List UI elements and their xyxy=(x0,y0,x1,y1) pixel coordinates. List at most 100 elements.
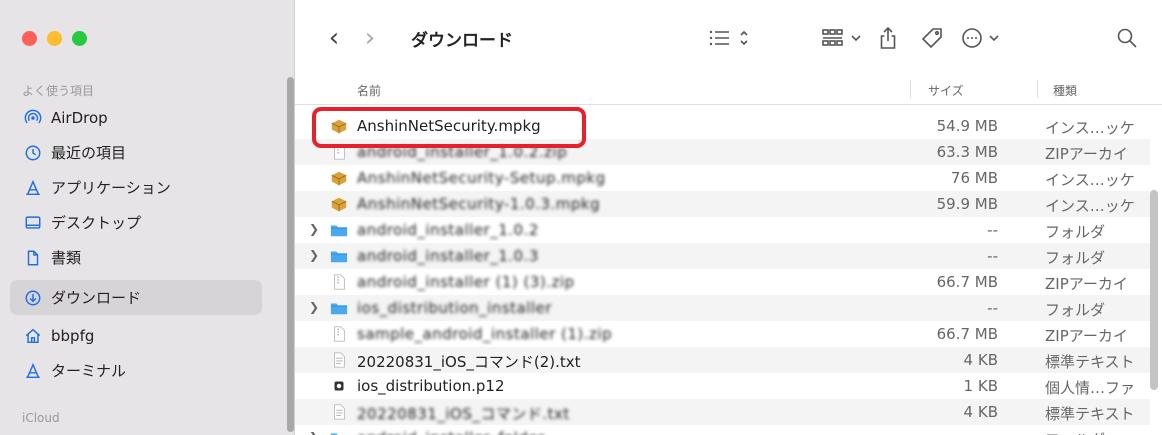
folder-icon xyxy=(330,251,348,263)
column-name-header[interactable]: 名前 xyxy=(357,82,381,99)
maximize-button[interactable] xyxy=(72,31,87,46)
list-scroll-thumb[interactable] xyxy=(1150,190,1158,390)
search-icon xyxy=(1117,28,1137,48)
back-button[interactable]: ‹ xyxy=(323,23,345,53)
file-row[interactable]: 20220831_iOS_コマンド.txt 4 KB 標準テキスト xyxy=(295,399,1150,425)
folder-icon xyxy=(330,433,338,435)
download-icon xyxy=(22,287,44,309)
column-header: 名前 サイズ 種類 xyxy=(295,74,1162,105)
file-name: android_installer_1.0.2 xyxy=(357,221,539,239)
file-name: android_installer (1) (3).zip xyxy=(357,273,575,291)
file-size: 1 KB xyxy=(963,377,998,395)
minimize-button[interactable] xyxy=(47,31,62,46)
tag-button[interactable] xyxy=(919,24,945,52)
file-kind: フォルダ xyxy=(1045,429,1155,435)
file-name: ios_distribution.p12 xyxy=(357,377,505,395)
sidebar-item-airdrop[interactable]: AirDrop xyxy=(10,100,262,135)
file-size: 59.9 MB xyxy=(936,195,998,213)
folder-row[interactable]: ❯ android_installer_folder -- フォルダ xyxy=(295,425,1150,435)
airdrop-icon xyxy=(22,107,44,129)
file-kind: フォルダ xyxy=(1045,301,1106,319)
folder-icon xyxy=(330,225,348,237)
document-icon xyxy=(22,247,44,269)
file-row[interactable]: ios_distribution.p12 1 KB 個人情…ファ xyxy=(295,373,1150,399)
column-divider[interactable] xyxy=(910,80,911,98)
more-actions-button[interactable] xyxy=(961,24,1007,52)
sidebar-item-recents[interactable]: 最近の項目 xyxy=(10,135,262,170)
tag-icon xyxy=(921,28,942,49)
forward-button[interactable]: › xyxy=(359,23,381,53)
home-icon xyxy=(22,325,44,347)
file-name: sample_android_installer (1).zip xyxy=(357,325,613,343)
file-name: 20220831_iOS_コマンド(2).txt xyxy=(357,353,581,371)
sidebar-item-label: アプリケーション xyxy=(51,179,171,197)
highlight-annotation xyxy=(312,107,586,148)
file-size: 63.3 MB xyxy=(936,143,998,161)
file-name: android_installer_1.0.3 xyxy=(357,247,539,265)
folder-row[interactable]: ❯ android_installer_1.0.3 -- フォルダ xyxy=(295,243,1150,269)
zip-icon xyxy=(334,274,345,290)
file-size: 54.9 MB xyxy=(936,117,998,135)
file-size: -- xyxy=(987,299,998,317)
file-kind: インス…ッケ xyxy=(1045,171,1135,189)
file-name: ios_distribution_installer xyxy=(357,299,552,317)
folder-icon xyxy=(330,303,348,315)
package-icon xyxy=(331,171,347,186)
file-row[interactable]: 20220831_iOS_コマンド(2).txt 4 KB 標準テキスト xyxy=(295,347,1150,373)
sidebar-item-terminal[interactable]: ターミナル xyxy=(10,353,262,388)
disclosure-triangle-icon[interactable]: ❯ xyxy=(309,430,319,435)
file-size: -- xyxy=(987,247,998,265)
search-button[interactable] xyxy=(1113,24,1141,52)
file-name: android_installer_folder xyxy=(357,429,545,435)
sidebar-item-downloads[interactable]: ダウンロード xyxy=(10,280,262,315)
file-row[interactable]: sample_android_installer (1).zip 66.7 MB… xyxy=(295,321,1150,347)
sidebar-item-label: ダウンロード xyxy=(51,289,142,307)
text-icon xyxy=(334,352,345,368)
list-view-button[interactable] xyxy=(707,24,759,52)
sidebar-item-label: デスクトップ xyxy=(51,214,142,232)
sidebar-item-home[interactable]: bbpfg xyxy=(10,318,262,353)
file-size: 66.7 MB xyxy=(936,273,998,291)
list-view-icon xyxy=(709,30,748,46)
disclosure-triangle-icon[interactable]: ❯ xyxy=(309,300,319,314)
file-row[interactable]: android_installer (1) (3).zip 66.7 MB ZI… xyxy=(295,269,1150,295)
sidebar-item-desktop[interactable]: デスクトップ xyxy=(10,205,262,240)
file-name: 20220831_iOS_コマンド.txt xyxy=(357,405,570,423)
file-size: -- xyxy=(987,221,998,239)
folder-title: ダウンロード xyxy=(411,31,513,51)
sidebar-scroll-thumb[interactable] xyxy=(287,77,294,432)
disclosure-triangle-icon[interactable]: ❯ xyxy=(309,248,319,262)
group-button[interactable] xyxy=(822,24,866,52)
file-size: 76 MB xyxy=(950,169,998,187)
file-kind: ZIPアーカイ xyxy=(1045,145,1128,163)
file-kind: インス…ッケ xyxy=(1045,119,1135,137)
folder-row[interactable]: ❯ ios_distribution_installer -- フォルダ xyxy=(295,295,1150,321)
share-button[interactable] xyxy=(875,24,901,52)
folder-row[interactable]: ❯ android_installer_1.0.2 -- フォルダ xyxy=(295,217,1150,243)
file-size: 4 KB xyxy=(963,403,998,421)
sidebar-scrollbar[interactable] xyxy=(286,75,294,435)
column-divider[interactable] xyxy=(1037,80,1038,98)
sidebar-item-label: 最近の項目 xyxy=(51,144,127,162)
file-size: -- xyxy=(987,429,998,435)
desktop-icon xyxy=(22,212,44,234)
applications-icon xyxy=(22,360,44,382)
sidebar-item-applications[interactable]: アプリケーション xyxy=(10,170,262,205)
column-kind-header[interactable]: 種類 xyxy=(1053,82,1077,99)
file-row[interactable]: AnshinNetSecurity-Setup.mpkg 76 MB インス…ッ… xyxy=(295,165,1150,191)
column-size-header[interactable]: サイズ xyxy=(928,82,964,99)
ellipsis-circle-icon xyxy=(962,28,999,48)
file-kind: 標準テキスト xyxy=(1045,353,1135,371)
file-size: 66.7 MB xyxy=(936,325,998,343)
window-controls xyxy=(22,31,87,46)
file-kind: 個人情…ファ xyxy=(1045,379,1136,397)
sidebar-item-documents[interactable]: 書類 xyxy=(10,240,262,275)
close-button[interactable] xyxy=(22,31,37,46)
file-size: 4 KB xyxy=(963,351,998,369)
file-name: AnshinNetSecurity-Setup.mpkg xyxy=(357,169,606,187)
file-kind: フォルダ xyxy=(1045,223,1106,241)
file-row[interactable]: AnshinNetSecurity-1.0.3.mpkg 59.9 MB インス… xyxy=(295,191,1150,217)
icloud-heading: iCloud xyxy=(22,411,60,425)
certificate-icon xyxy=(334,381,344,391)
disclosure-triangle-icon[interactable]: ❯ xyxy=(309,222,319,236)
